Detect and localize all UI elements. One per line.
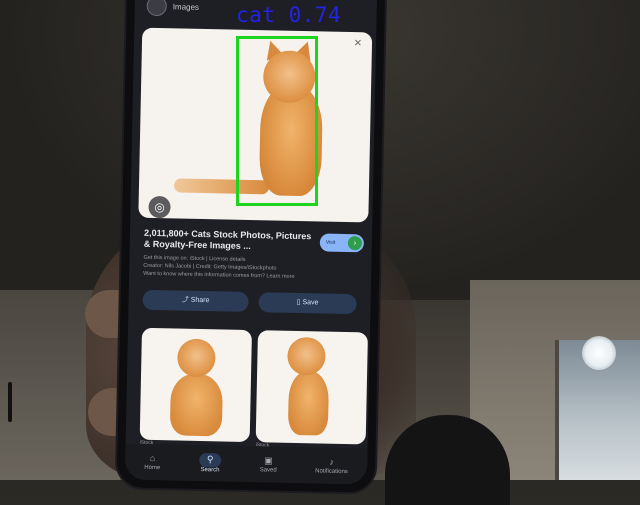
nav-home[interactable]: ⌂ Home [144,453,160,471]
nav-label: Saved [259,467,277,474]
nav-search[interactable]: ⚲ Search [198,452,222,474]
avatar[interactable] [146,0,167,17]
ceiling-light [582,336,616,370]
bottom-nav: ⌂ Home ⚲ Search ▣ Saved ♪ Notifications [124,443,368,485]
header-title: Images [172,1,200,12]
share-label: Share [190,296,210,305]
related-image[interactable] [255,330,368,445]
nav-label: Notifications [315,468,348,476]
search-icon: ⚲ [198,452,222,468]
app-topbar: Images [146,0,200,17]
cat-head [177,338,216,378]
cat-head [287,336,326,376]
save-button[interactable]: ▯ Save [258,292,357,315]
share-button[interactable]: ⤴ Share [142,289,249,312]
nav-notifications[interactable]: ♪ Notifications [315,456,348,475]
close-icon[interactable]: ✕ [354,38,363,49]
detection-label: cat 0.74 [236,3,342,27]
share-icon: ⤴ [181,296,189,304]
nav-label: Home [144,464,161,472]
result-title[interactable]: 2,011,800+ Cats Stock Photos, Pictures &… [144,228,314,254]
bell-icon: ♪ [329,456,335,467]
nav-saved[interactable]: ▣ Saved [260,455,277,473]
lens-icon[interactable]: ◎ [148,195,171,219]
wall-cable [8,382,12,422]
home-icon: ⌂ [149,452,156,464]
result-meta: Get this image on: iStock | License deta… [143,254,343,282]
save-label: Save [302,299,319,307]
cat-body [169,373,224,437]
related-image[interactable] [139,327,252,443]
visit-label: Visit [325,239,336,246]
chevron-right-icon: › [347,236,362,251]
nav-label: Search [200,467,220,474]
cat-body [287,370,330,436]
saved-icon: ▣ [264,455,273,466]
visit-button[interactable]: Visit › [319,233,365,253]
bookmark-icon: ▯ [296,298,301,307]
detection-box [236,36,318,206]
